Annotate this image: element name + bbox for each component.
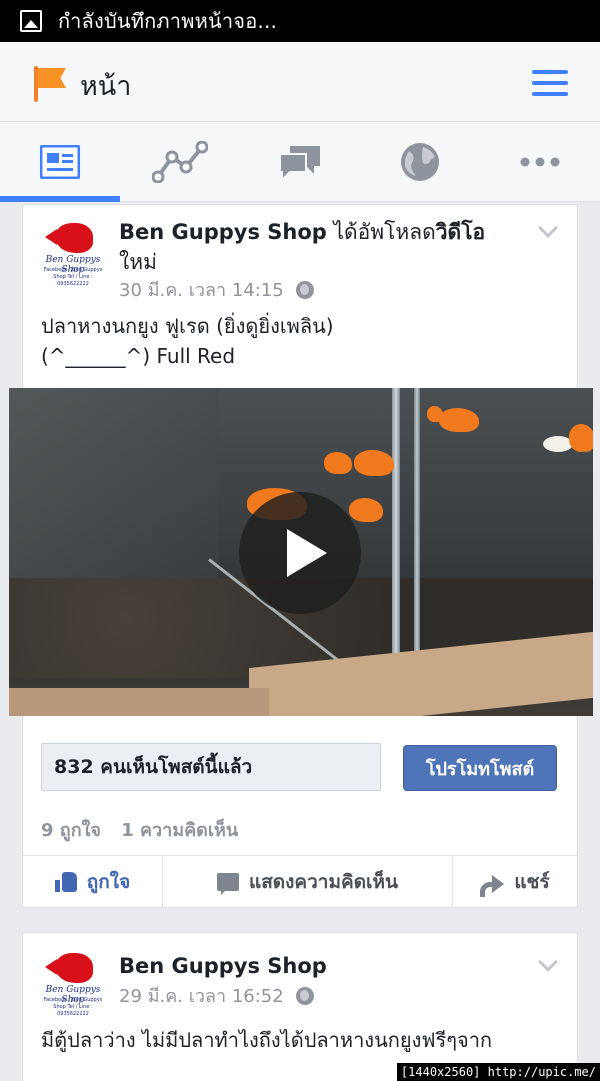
promote-post-button[interactable]: โปรโมทโพสต์ bbox=[403, 745, 557, 791]
insights-graph-icon bbox=[152, 141, 208, 183]
tab-messages[interactable] bbox=[240, 122, 360, 202]
tab-news-feed[interactable] bbox=[0, 122, 120, 202]
post-meta: 29 มี.ค. เวลา 16:52 bbox=[119, 981, 314, 1010]
globe-privacy-icon bbox=[295, 986, 314, 1005]
post-header-text: Ben Guppys Shop bbox=[119, 951, 327, 981]
post-text: ปลาหางนกยูง ฟูเรด (ยิ่งดูยิ่งเพลิน) (^__… bbox=[41, 314, 334, 368]
more-dots-icon bbox=[520, 157, 560, 167]
status-text: กำลังบันทึกภาพหน้าจอ... bbox=[58, 9, 278, 33]
comment-icon bbox=[216, 872, 239, 895]
app-header: หน้า bbox=[0, 42, 600, 122]
like-button[interactable]: ถูกใจ bbox=[23, 856, 163, 907]
post-meta: 30 มี.ค. เวลา 14:15 bbox=[119, 275, 314, 304]
tab-bar bbox=[0, 122, 600, 202]
fish-logo-icon bbox=[45, 223, 93, 253]
watermark: [1440x2560] http://upic.me/ bbox=[396, 1063, 600, 1081]
flag-icon bbox=[34, 66, 68, 102]
messages-icon bbox=[279, 146, 320, 182]
news-feed-icon bbox=[40, 145, 80, 179]
tab-more[interactable] bbox=[480, 122, 600, 202]
globe-notifications-icon bbox=[401, 143, 439, 181]
like-count[interactable]: 9 ถูกใจ bbox=[41, 820, 101, 841]
fish-logo-icon bbox=[45, 953, 93, 983]
video-link[interactable]: วิดีโอ bbox=[436, 220, 485, 244]
post-timestamp[interactable]: 29 มี.ค. เวลา 16:52 bbox=[119, 981, 284, 1010]
tab-insights[interactable] bbox=[120, 122, 240, 202]
status-bar: กำลังบันทึกภาพหน้าจอ... bbox=[0, 0, 600, 42]
post-actions: ถูกใจ แสดงความคิดเห็น แชร์ bbox=[23, 855, 577, 907]
comment-button[interactable]: แสดงความคิดเห็น bbox=[163, 856, 453, 907]
play-button[interactable] bbox=[239, 492, 361, 614]
share-arrow-icon bbox=[480, 872, 505, 897]
comment-count[interactable]: 1 ความคิดเห็น bbox=[121, 820, 238, 841]
page-title: หน้า bbox=[80, 71, 132, 102]
post-counts: 9 ถูกใจ 1 ความคิดเห็น bbox=[41, 815, 252, 844]
page-avatar[interactable]: Ben Guppys Shop Facebook : Ben Guppys Sh… bbox=[41, 951, 105, 1017]
hamburger-menu-icon[interactable] bbox=[532, 70, 568, 96]
screenshot-icon bbox=[20, 10, 42, 32]
chevron-down-icon[interactable] bbox=[538, 218, 558, 238]
tab-notifications[interactable] bbox=[360, 122, 480, 202]
globe-privacy-icon bbox=[295, 280, 314, 299]
post-card: Ben Guppys Shop Facebook : Ben Guppys Sh… bbox=[22, 932, 578, 1081]
chevron-down-icon[interactable] bbox=[538, 952, 558, 972]
post-header-text: Ben Guppys Shop ได้อัพโหลดวิดีโอ ใหม่ bbox=[119, 220, 486, 274]
post-timestamp[interactable]: 30 มี.ค. เวลา 14:15 bbox=[119, 275, 284, 304]
post-card: Ben Guppys Shop Facebook : Ben Guppys Sh… bbox=[9, 204, 593, 908]
page-avatar[interactable]: Ben Guppys Shop Facebook : Ben Guppys Sh… bbox=[41, 221, 105, 287]
page-name-link[interactable]: Ben Guppys Shop bbox=[119, 220, 327, 244]
share-button[interactable]: แชร์ bbox=[453, 856, 577, 907]
page-name-link[interactable]: Ben Guppys Shop bbox=[119, 954, 327, 978]
video-player[interactable] bbox=[9, 388, 593, 716]
post-reach[interactable]: 832 คนเห็นโพสต์นี้แล้ว bbox=[41, 743, 381, 791]
post-text: มีตู้ปลาว่าง ไม่มีปลาทำไงถึงได้ปลาหางนกย… bbox=[41, 1028, 493, 1052]
thumbs-up-icon bbox=[54, 871, 77, 892]
